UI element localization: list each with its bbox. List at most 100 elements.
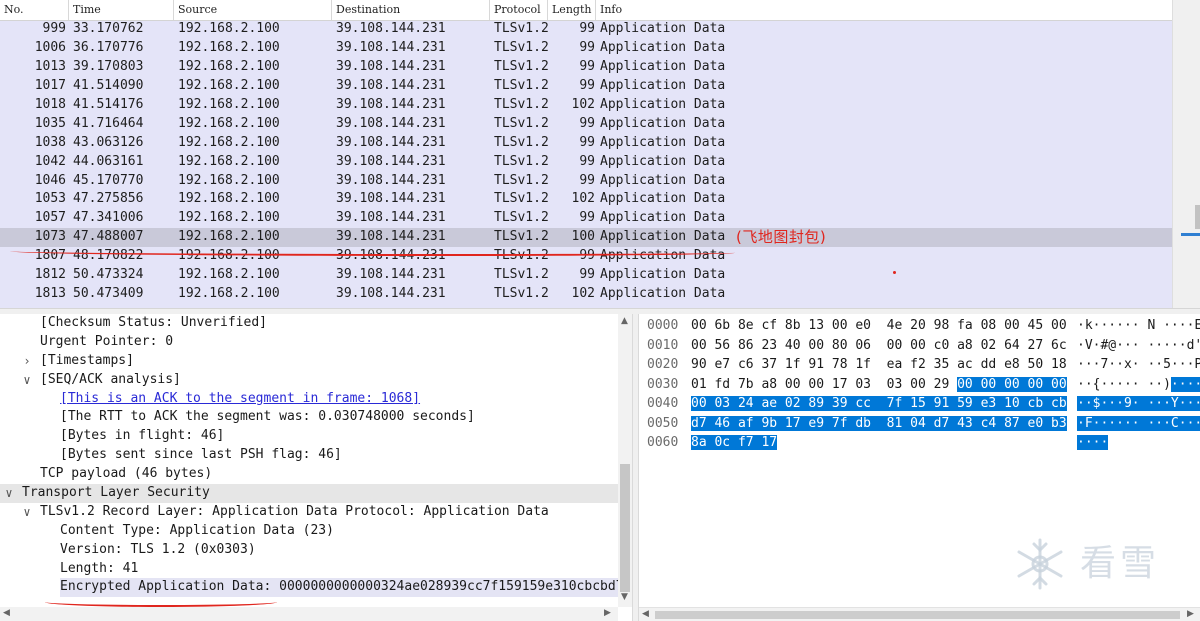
scroll-right-icon[interactable]: ▶	[604, 608, 611, 618]
column-header-destination[interactable]: Destination	[332, 0, 490, 20]
hex-row[interactable]: 0060 8a 0c f7 17 ····	[639, 434, 1200, 451]
expand-chevron-icon[interactable]: ∨	[20, 503, 34, 522]
detail-row[interactable]: [Bytes in flight: 46]	[0, 427, 618, 446]
packet-protocol: TLSv1.2	[494, 134, 549, 150]
scroll-down-icon[interactable]: ▼	[621, 592, 628, 602]
hex-offset: 0030	[647, 376, 679, 392]
packet-row[interactable]: 999 33.170762 192.168.2.100 39.108.144.231 T…	[0, 20, 1172, 39]
detail-row[interactable]: [This is an ACK to the segment in frame:…	[0, 390, 618, 409]
packet-list[interactable]: No. Time Source Destination Protocol Len…	[0, 0, 1200, 308]
packet-row[interactable]: 1046 45.170770 192.168.2.100 39.108.144.231…	[0, 172, 1172, 191]
scroll-left-icon[interactable]: ◀	[3, 608, 10, 618]
scrollbar-thumb[interactable]	[655, 611, 1180, 619]
hex-row[interactable]: 0020 90 e7 c6 37 1f 91 78 1f ea f2 35 ac …	[639, 356, 1200, 373]
hex-bytes: 90 e7 c6 37 1f 91 78 1f ea f2 35 ac dd e…	[691, 356, 1067, 373]
expand-chevron-icon[interactable]: ∨	[2, 484, 16, 503]
packet-time: 36.170776	[73, 39, 144, 55]
detail-row[interactable]: Version: TLS 1.2 (0x0303)	[0, 541, 618, 560]
packet-info: Application Data	[600, 58, 726, 74]
packet-protocol: TLSv1.2	[494, 267, 549, 283]
bytes-horizontal-scrollbar[interactable]: ◀ ▶	[639, 607, 1200, 621]
packet-time: 41.514090	[73, 77, 144, 93]
packet-protocol: TLSv1.2	[494, 39, 549, 55]
detail-text: Content Type: Application Data (23)	[60, 522, 334, 538]
detail-row[interactable]: TCP payload (46 bytes)	[0, 465, 618, 484]
hex-row[interactable]: 0010 00 56 86 23 40 00 80 06 00 00 c0 a8 …	[639, 337, 1200, 354]
packet-row[interactable]: 1017 41.514090 192.168.2.100 39.108.144.231…	[0, 77, 1172, 96]
packet-info: Application Data	[600, 191, 726, 207]
column-header-time[interactable]: Time	[69, 0, 174, 20]
packet-no: 1073	[34, 229, 66, 245]
detail-text: [The RTT to ACK the segment was: 0.03074…	[60, 409, 475, 425]
ascii-selected: ····	[1077, 435, 1109, 450]
scrollbar-thumb[interactable]	[620, 464, 630, 592]
detail-text: Length: 41	[60, 560, 139, 576]
detail-text: [Bytes sent since last PSH flag: 46]	[60, 447, 342, 463]
packet-details-pane[interactable]: [Checksum Status: Unverified] Urgent Poin…	[0, 314, 632, 621]
hex-row[interactable]: 0030 01 fd 7b a8 00 00 17 03 03 00 29 00 …	[639, 376, 1200, 393]
packet-time: 47.275856	[73, 191, 144, 207]
packet-row[interactable]: 1042 44.063161 192.168.2.100 39.108.144.231…	[0, 153, 1172, 172]
detail-row[interactable]: ∨ Transport Layer Security	[0, 484, 618, 503]
detail-row[interactable]: Content Type: Application Data (23)	[0, 522, 618, 541]
scroll-left-icon[interactable]: ◀	[642, 609, 649, 619]
column-header-length[interactable]: Length	[548, 0, 596, 20]
ascii-plain: ···7··x· ··5···P·	[1077, 357, 1200, 372]
detail-row[interactable]: [Checksum Status: Unverified]	[0, 314, 618, 333]
detail-row[interactable]: › [Timestamps]	[0, 352, 618, 371]
packet-list-scrollbar[interactable]	[1172, 0, 1200, 308]
hex-bytes-plain: 01 fd 7b a8 00 00 17 03 03 00 29	[691, 376, 958, 392]
details-horizontal-scrollbar[interactable]: ◀ ▶	[0, 607, 618, 621]
packet-info: Application Data	[600, 286, 726, 302]
packet-destination: 39.108.144.231	[336, 134, 446, 150]
expand-chevron-icon[interactable]: ∨	[20, 371, 34, 390]
packet-row[interactable]: 1813 50.473409 192.168.2.100 39.108.144.231…	[0, 285, 1172, 304]
packet-info: Application Data	[600, 96, 726, 112]
scrollbar-thumb[interactable]	[1195, 205, 1200, 229]
packet-row[interactable]: 1057 47.341006 192.168.2.100 39.108.144.231…	[0, 209, 1172, 228]
details-vertical-scrollbar[interactable]: ▲ ▼	[618, 314, 632, 607]
packet-row[interactable]: 1812 50.473324 192.168.2.100 39.108.144.231…	[0, 266, 1172, 285]
packet-destination: 39.108.144.231	[336, 39, 446, 55]
hex-bytes-plain: 90 e7 c6 37 1f 91 78 1f ea f2 35 ac dd e…	[691, 357, 1067, 372]
packet-length: 99	[579, 134, 595, 150]
hex-row[interactable]: 0000 00 6b 8e cf 8b 13 00 e0 4e 20 98 fa …	[639, 317, 1200, 334]
ascii-bytes: ····	[1077, 434, 1109, 451]
packet-row[interactable]: 1035 41.716464 192.168.2.100 39.108.144.231…	[0, 115, 1172, 134]
hex-row[interactable]: 0040 00 03 24 ae 02 89 39 cc 7f 15 91 59 …	[639, 395, 1200, 412]
packet-row[interactable]: 1038 43.063126 192.168.2.100 39.108.144.231…	[0, 134, 1172, 153]
column-header-protocol[interactable]: Protocol	[490, 0, 548, 20]
packet-row[interactable]: 1006 36.170776 192.168.2.100 39.108.144.231…	[0, 39, 1172, 58]
scroll-up-icon[interactable]: ▲	[621, 316, 628, 326]
column-header-no[interactable]: No.	[0, 0, 69, 20]
detail-row[interactable]: [The RTT to ACK the segment was: 0.03074…	[0, 408, 618, 427]
detail-row[interactable]: ∨ TLSv1.2 Record Layer: Application Data …	[0, 503, 618, 522]
detail-row[interactable]: ∨ [SEQ/ACK analysis]	[0, 371, 618, 390]
packet-row[interactable]: 1053 47.275856 192.168.2.100 39.108.144.231…	[0, 190, 1172, 209]
detail-row[interactable]: Urgent Pointer: 0	[0, 333, 618, 352]
packet-protocol: TLSv1.2	[494, 96, 549, 112]
hex-row[interactable]: 0050 d7 46 af 9b 17 e9 7f db 81 04 d7 43 …	[639, 415, 1200, 432]
hex-offset: 0060	[647, 435, 679, 450]
scroll-right-icon[interactable]: ▶	[1187, 609, 1194, 619]
packet-no: 1057	[34, 210, 66, 226]
detail-row[interactable]: [Bytes sent since last PSH flag: 46]	[0, 446, 618, 465]
detail-row[interactable]: Length: 41	[0, 560, 618, 579]
packet-row-selected[interactable]: 1073 47.488007 192.168.2.100 39.108.144.231…	[0, 228, 1172, 248]
packet-info: Application Data	[600, 267, 726, 283]
detail-row[interactable]: Encrypted Application Data: 000000000000…	[0, 578, 632, 598]
packet-source: 192.168.2.100	[178, 77, 280, 93]
packet-row[interactable]: 1018 41.514176 192.168.2.100 39.108.144.231…	[0, 96, 1172, 115]
packet-length: 99	[579, 58, 595, 74]
frame-link[interactable]: [This is an ACK to the segment in frame:…	[60, 390, 420, 409]
column-header-source[interactable]: Source	[174, 0, 332, 20]
vertical-splitter[interactable]	[632, 314, 639, 621]
collapse-chevron-icon[interactable]: ›	[20, 352, 34, 371]
packet-protocol: TLSv1.2	[494, 21, 549, 36]
column-header-info[interactable]: Info	[596, 0, 1172, 20]
packet-info: Application Data	[600, 172, 726, 188]
packet-row[interactable]: 1013 39.170803 192.168.2.100 39.108.144.231…	[0, 58, 1172, 77]
packet-rows: 999 33.170762 192.168.2.100 39.108.144.231 T…	[0, 20, 1172, 304]
packet-length: 100	[571, 229, 595, 245]
hex-bytes: 00 03 24 ae 02 89 39 cc 7f 15 91 59 e3 1…	[691, 395, 1067, 412]
